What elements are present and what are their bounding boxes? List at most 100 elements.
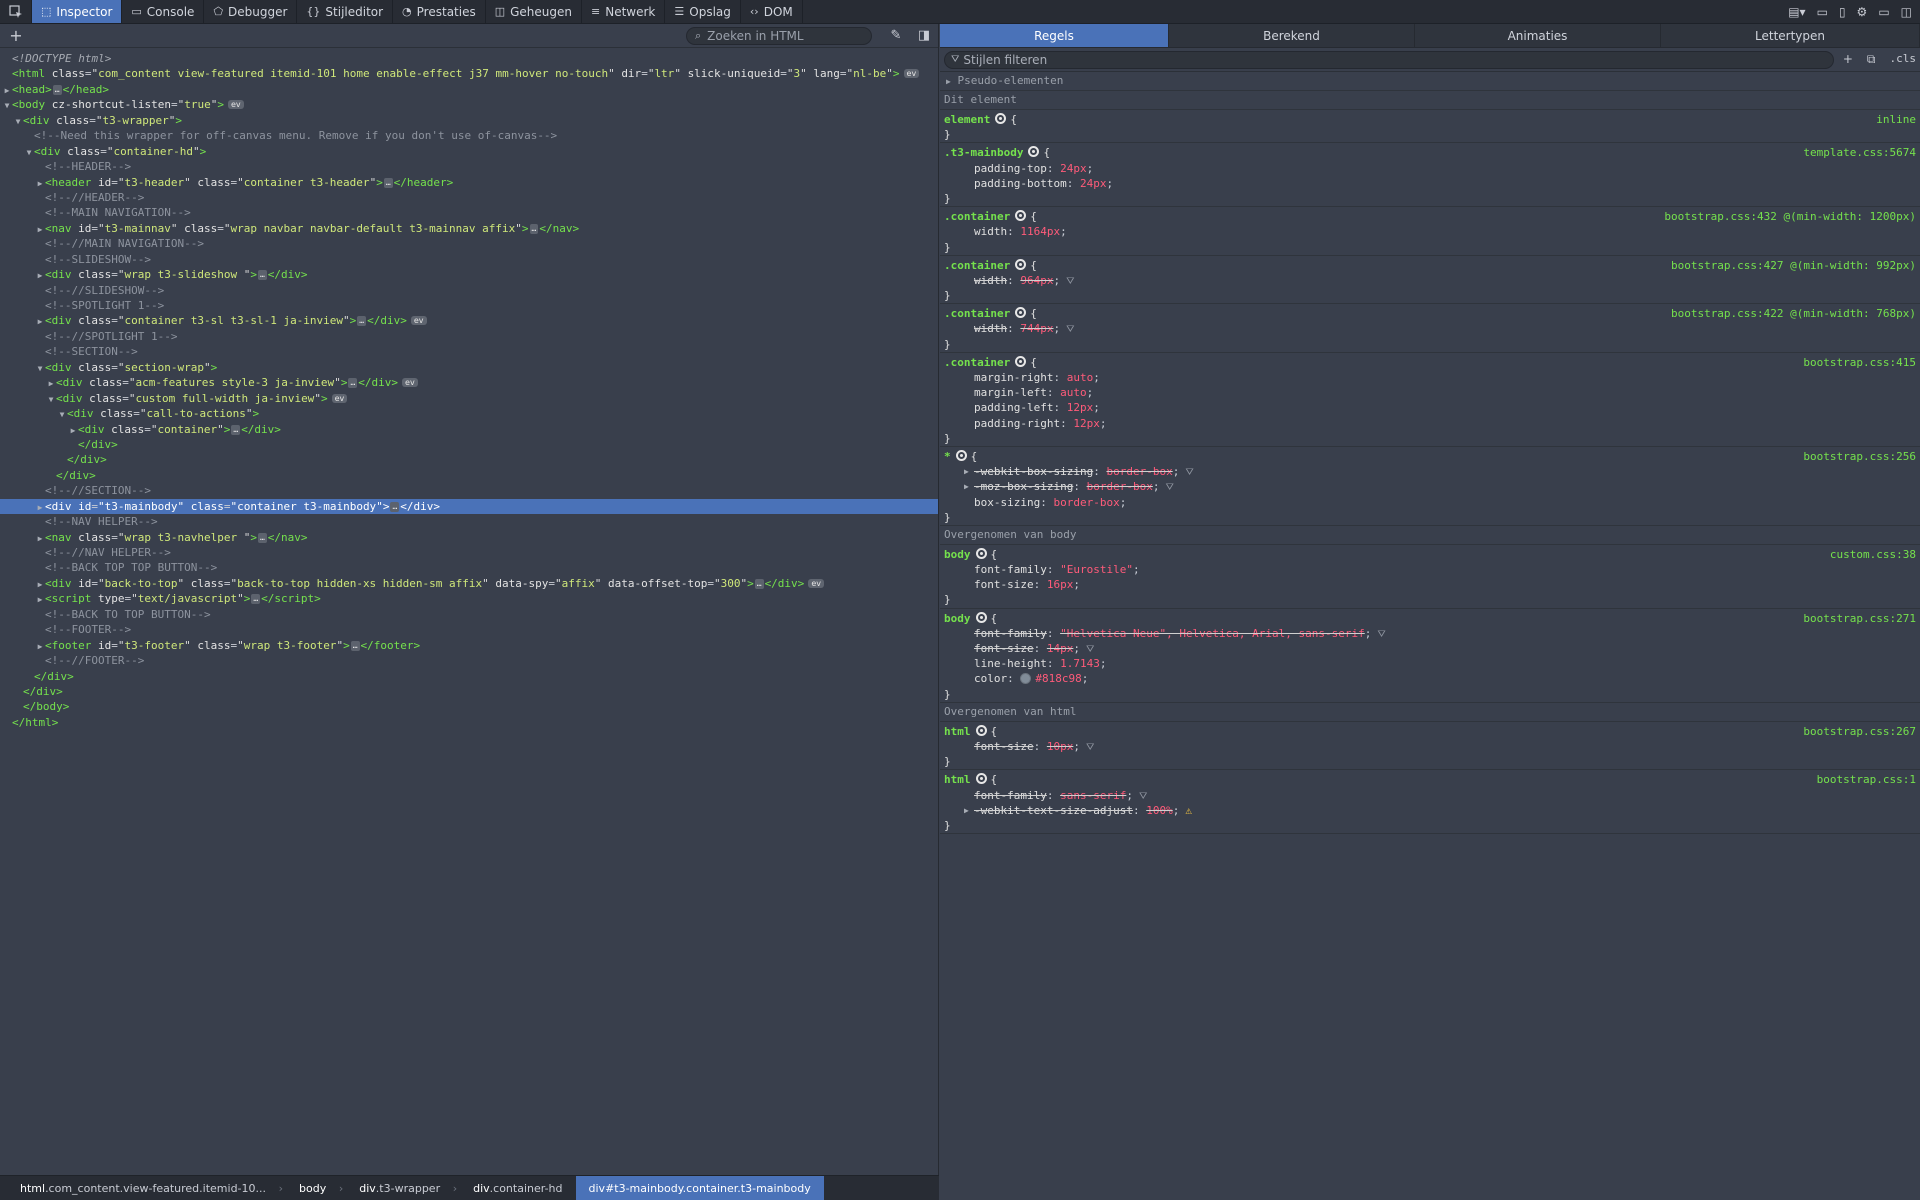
tab-lettertypen[interactable]: Lettertypen [1661, 24, 1920, 47]
css-declaration[interactable]: font-family: "Eurostile"; [944, 562, 1916, 577]
markup-node-row[interactable]: <!--SLIDESHOW--> [0, 252, 938, 267]
markup-node-row[interactable]: <!--//MAIN NAVIGATION--> [0, 236, 938, 251]
markup-node-row[interactable]: ▼ <div class="custom full-width ja-inview… [0, 391, 938, 406]
markup-node-row[interactable]: ▼ <div class="container-hd"> [0, 144, 938, 159]
rule-source-link[interactable]: bootstrap.css:432 @(min-width: 1200px) [1664, 209, 1916, 224]
breadcrumb-item[interactable]: body › [279, 1176, 343, 1200]
filter-rules-icon[interactable]: ⛛ [1086, 644, 1094, 655]
collapsed-children-badge[interactable]: … [754, 578, 764, 589]
property-name[interactable]: margin-left [974, 386, 1047, 399]
eyedropper-button[interactable]: ✎ [882, 28, 910, 43]
collapsed-children-badge[interactable]: … [348, 378, 358, 389]
markup-node-row[interactable]: <!--BACK TOP TOP BUTTON--> [0, 560, 938, 575]
property-value[interactable]: "Eurostile" [1060, 563, 1133, 576]
property-value[interactable]: "Helvetica Neue", Helvetica, Arial, sans… [1060, 627, 1365, 640]
property-name[interactable]: padding-left [974, 401, 1053, 414]
styles-filter[interactable]: ⛛ [944, 50, 1834, 69]
markup-node-row[interactable]: ▶ <div id="back-to-top" class="back-to-to… [0, 576, 938, 591]
markup-node-row[interactable]: ▶ <script type="text/javascript">… </scrip… [0, 591, 938, 606]
rule-source-link[interactable]: bootstrap.css:1 [1817, 772, 1916, 787]
breadcrumb-item[interactable]: html .com_content.view-featured.itemid-10… [0, 1176, 283, 1200]
responsive-design-icon[interactable]: ▯ [1839, 5, 1846, 19]
css-declaration[interactable]: padding-right: 12px; [944, 416, 1916, 431]
property-name[interactable]: padding-top [974, 162, 1047, 175]
expand-arrow-icon[interactable]: ▶ [35, 500, 45, 515]
markup-node-row[interactable]: ▼ <div class="section-wrap"> [0, 360, 938, 375]
rule-source-link[interactable]: bootstrap.css:256 [1803, 449, 1916, 464]
highlight-selector-icon[interactable] [975, 724, 987, 736]
rule-selector[interactable]: .container [944, 259, 1010, 272]
markup-node-row[interactable]: <!--BACK TO TOP BUTTON--> [0, 607, 938, 622]
rule-source-link[interactable]: template.css:5674 [1803, 145, 1916, 160]
markup-node-row[interactable]: <!--NAV HELPER--> [0, 514, 938, 529]
markup-node-row[interactable]: <!--FOOTER--> [0, 622, 938, 637]
class-toggle-button[interactable]: .cls [1890, 52, 1917, 67]
expand-arrow-icon[interactable]: ▶ [68, 423, 78, 438]
css-declaration[interactable]: width: 744px; ⛛ [944, 321, 1916, 336]
filter-rules-icon[interactable]: ⛛ [1086, 742, 1094, 753]
property-value[interactable]: border-box [1087, 480, 1153, 493]
markup-node-row[interactable]: ▶ <nav class="wrap t3-navhelper ">… </nav> [0, 530, 938, 545]
rule-source-link[interactable]: bootstrap.css:415 [1803, 355, 1916, 370]
filter-rules-icon[interactable]: ⛛ [1139, 791, 1147, 802]
css-declaration[interactable]: margin-left: auto; [944, 385, 1916, 400]
markup-node-row[interactable]: ▶ <footer id="t3-footer" class="wrap t3-f… [0, 638, 938, 653]
property-value[interactable]: 1164px [1020, 225, 1060, 238]
property-name[interactable]: font-family [974, 789, 1047, 802]
tab-berekend[interactable]: Berekend [1169, 24, 1415, 47]
property-value[interactable]: 16px [1047, 578, 1074, 591]
highlight-selector-icon[interactable] [995, 113, 1007, 124]
styles-filter-input[interactable] [963, 52, 1824, 67]
filter-rules-icon[interactable]: ⛛ [1185, 467, 1193, 478]
property-value[interactable]: 24px [1060, 162, 1087, 175]
property-name[interactable]: box-sizing [974, 496, 1040, 509]
property-value[interactable]: 744px [1020, 322, 1053, 335]
css-declaration[interactable]: font-family: "Helvetica Neue", Helvetica… [944, 626, 1916, 641]
rule-selector[interactable]: * [944, 450, 951, 463]
markup-node-row[interactable]: </div> [0, 684, 938, 699]
expand-arrow-icon[interactable]: ▶ [35, 592, 45, 607]
markup-node-row[interactable]: <!DOCTYPE html> [0, 51, 938, 66]
markup-node-row[interactable]: <!--SECTION--> [0, 344, 938, 359]
filter-rules-icon[interactable]: ⛛ [1066, 276, 1074, 287]
css-declaration[interactable]: width: 1164px; [944, 224, 1916, 239]
element-picker-button[interactable] [0, 0, 32, 23]
collapse-arrow-icon[interactable]: ▼ [2, 98, 12, 113]
html-search-input[interactable] [707, 28, 858, 43]
expand-arrow-icon[interactable]: ▶ [46, 376, 56, 391]
rule-selector[interactable]: body [944, 548, 971, 561]
rule-source-link[interactable]: bootstrap.css:422 @(min-width: 768px) [1671, 306, 1916, 321]
property-value[interactable]: sans-serif [1060, 789, 1126, 802]
collapsed-children-badge[interactable]: … [52, 84, 62, 95]
property-name[interactable]: font-family [974, 563, 1047, 576]
highlight-selector-icon[interactable] [1015, 258, 1027, 270]
css-declaration[interactable]: color: #818c98; [944, 671, 1916, 686]
property-value[interactable]: 964px [1020, 274, 1053, 287]
add-rule-icon[interactable]: + [1843, 52, 1853, 67]
highlight-selector-icon[interactable] [975, 547, 987, 559]
breadcrumb-item[interactable]: div #t3-mainbody.container.t3-mainbody [575, 1176, 824, 1200]
html-search[interactable]: ⌕ [686, 26, 872, 45]
expand-arrow-icon[interactable]: ▶ [2, 83, 12, 98]
rule-selector[interactable]: .t3-mainbody [944, 146, 1023, 159]
property-value[interactable]: 1.7143 [1060, 657, 1100, 670]
markup-node-row[interactable]: ▼ <div class="call-to-actions"> [0, 406, 938, 421]
rule-selector[interactable]: body [944, 612, 971, 625]
rule-selector[interactable]: html [944, 773, 971, 786]
css-declaration[interactable]: line-height: 1.7143; [944, 656, 1916, 671]
rule-source-link[interactable]: inline [1876, 112, 1916, 127]
property-value[interactable]: 12px [1067, 401, 1094, 414]
markup-node-row[interactable]: ▼ <div class="t3-wrapper"> [0, 113, 938, 128]
css-declaration[interactable]: padding-top: 24px; [944, 161, 1916, 176]
collapsed-children-badge[interactable]: … [390, 501, 400, 512]
dock-options-icon[interactable]: ▤▾ [1788, 5, 1805, 19]
property-value[interactable]: border-box [1106, 465, 1172, 478]
toggle-sidebar-button[interactable]: ◨ [910, 28, 938, 43]
dock-side-icon[interactable]: ◫ [1901, 5, 1912, 19]
css-declaration[interactable]: font-size: 10px; ⛛ [944, 739, 1916, 754]
tab-netwerk[interactable]: ≡ Netwerk [582, 0, 666, 23]
property-value[interactable]: 100% [1146, 804, 1173, 817]
css-declaration[interactable]: font-size: 14px; ⛛ [944, 641, 1916, 656]
settings-gear-icon[interactable]: ⚙ [1857, 5, 1868, 19]
markup-node-row[interactable]: <!--HEADER--> [0, 159, 938, 174]
